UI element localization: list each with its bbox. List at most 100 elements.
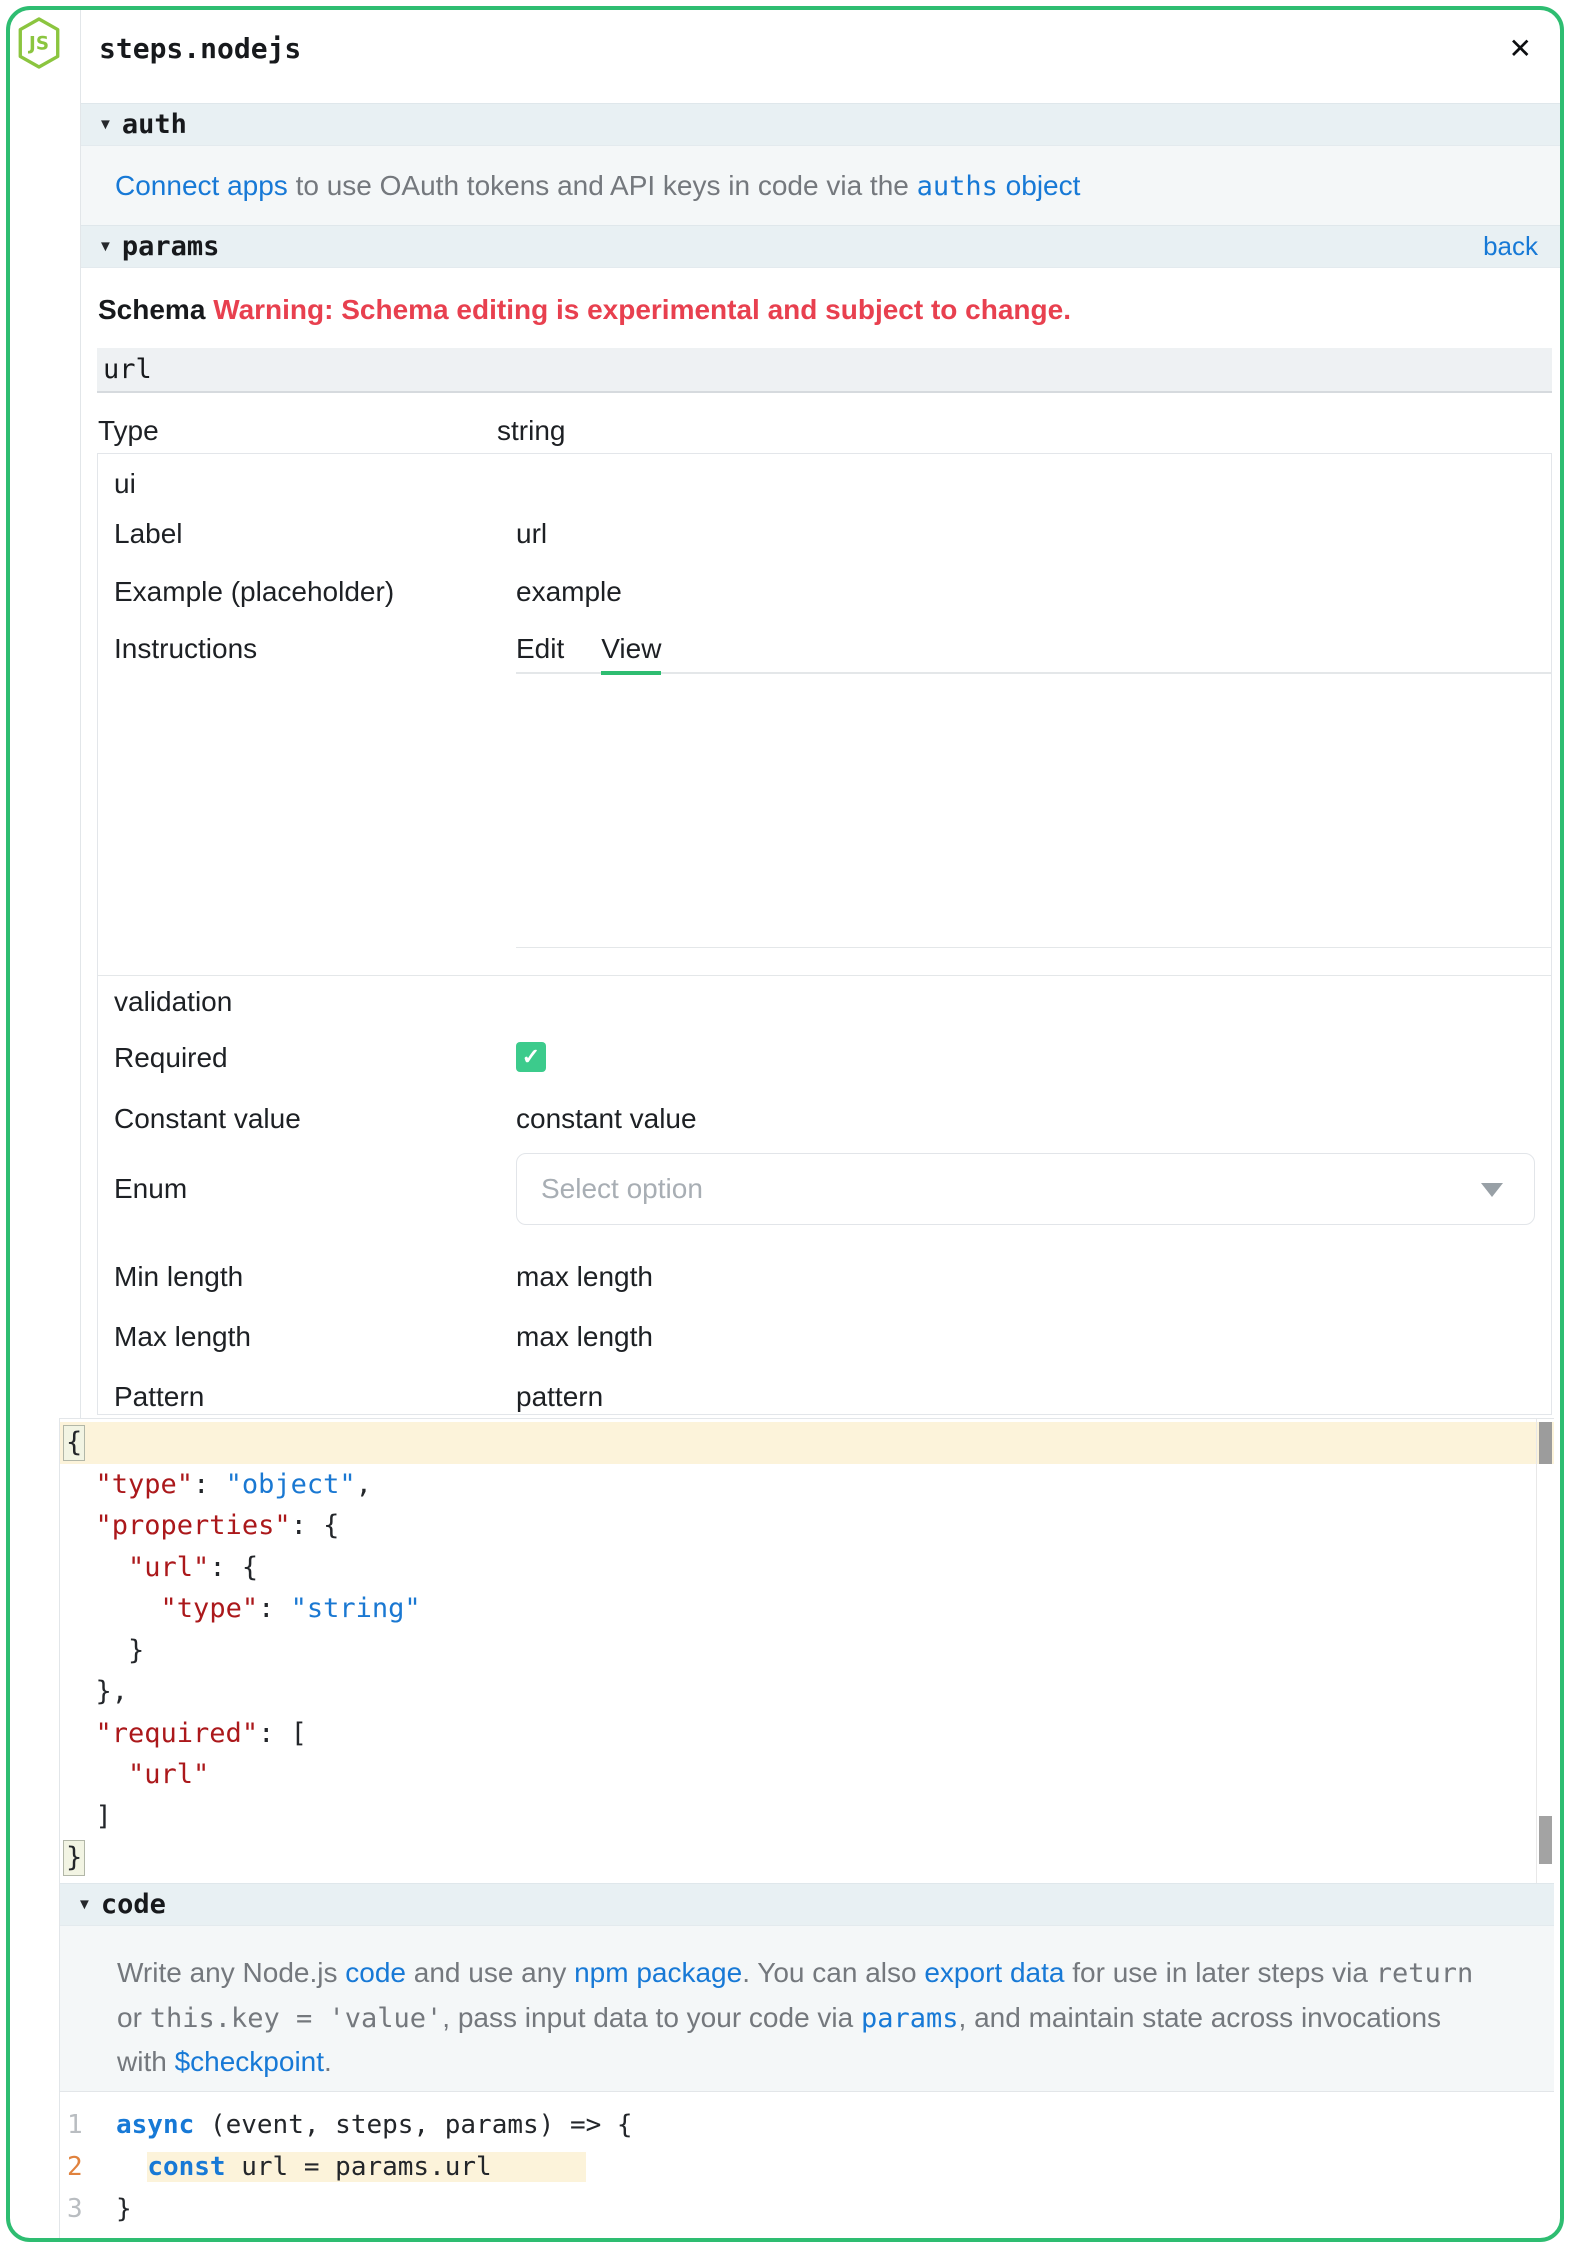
return-code-text: return <box>1376 1958 1474 1989</box>
code-line[interactable]: { <box>60 1422 1554 1464</box>
auth-description-text: to use OAuth tokens and API keys in code… <box>288 170 917 201</box>
desc-text: , and maintain state across invocations <box>959 2002 1441 2033</box>
example-row: Example (placeholder) example <box>114 576 1551 608</box>
label-value-field[interactable]: url <box>516 518 547 550</box>
type-row: Type string <box>98 415 1560 447</box>
npm-package-link[interactable]: npm package <box>574 1957 742 1988</box>
min-length-field[interactable]: max length <box>516 1261 653 1293</box>
code-line[interactable]: "url" <box>60 1754 1554 1796</box>
desc-text: . <box>324 2046 332 2077</box>
param-name-input[interactable]: url <box>97 348 1552 393</box>
params-link[interactable]: params <box>861 2003 959 2034</box>
section-header-params[interactable]: ▼ params back <box>81 225 1560 268</box>
example-label: Example (placeholder) <box>114 576 516 608</box>
instructions-tabs: Edit View <box>516 633 1551 674</box>
checkpoint-link[interactable]: $checkpoint <box>175 2046 324 2077</box>
validation-divider <box>98 975 1551 976</box>
schema-heading: Schema <box>98 294 205 325</box>
schema-json-editor[interactable]: { "type": "object", "properties": { "url… <box>60 1418 1554 1883</box>
nodejs-code-editor[interactable]: 1async (event, steps, params) => {2 cons… <box>60 2091 1554 2264</box>
export-data-link[interactable]: export data <box>924 1957 1064 1988</box>
code-line[interactable]: "type": "object", <box>60 1464 1554 1506</box>
code-line[interactable]: 1async (event, steps, params) => { <box>60 2104 1554 2146</box>
code-line[interactable]: } <box>60 1837 1554 1879</box>
pattern-row: Pattern pattern <box>114 1381 1551 1413</box>
titlebar: steps.nodejs ✕ <box>81 10 1560 103</box>
type-label: Type <box>98 415 497 447</box>
constant-value-field[interactable]: constant value <box>516 1103 697 1135</box>
collapse-triangle-icon: ▼ <box>98 238 113 255</box>
svg-text:JS: JS <box>27 34 49 55</box>
constant-value-label: Constant value <box>114 1103 516 1135</box>
required-checkbox[interactable]: ✓ <box>516 1042 546 1072</box>
schema-editor-box: ui Label url Example (placeholder) examp… <box>97 453 1552 1415</box>
params-body: Schema Warning: Schema editing is experi… <box>81 294 1560 1415</box>
line-number: 1 <box>60 2104 116 2146</box>
code-line[interactable]: "required": [ <box>60 1713 1554 1755</box>
code-line[interactable]: }, <box>60 1671 1554 1713</box>
instructions-label: Instructions <box>114 633 516 665</box>
desc-text: with <box>117 2046 175 2077</box>
code-line[interactable]: "properties": { <box>60 1505 1554 1547</box>
type-value[interactable]: string <box>497 415 565 447</box>
line-number: 3 <box>60 2188 116 2230</box>
enum-label: Enum <box>114 1173 516 1205</box>
scrollbar-thumb[interactable] <box>1539 1422 1552 1464</box>
validation-group-label: validation <box>114 986 1551 1018</box>
json-editor-scrollbar[interactable] <box>1536 1419 1554 1883</box>
example-value-field[interactable]: example <box>516 576 622 608</box>
pattern-label: Pattern <box>114 1381 516 1413</box>
required-row: Required ✓ <box>114 1042 1551 1074</box>
auths-object-link[interactable]: object <box>998 170 1081 201</box>
desc-text: . You can also <box>742 1957 924 1988</box>
code-line[interactable]: ] <box>60 1796 1554 1838</box>
desc-text: , pass input data to your code via <box>442 2002 861 2033</box>
enum-select-placeholder: Select option <box>541 1173 703 1205</box>
code-section-label: code <box>101 1889 166 1920</box>
max-length-field[interactable]: max length <box>516 1321 653 1353</box>
auth-section-label: auth <box>122 109 187 140</box>
code-line[interactable]: } <box>60 1630 1554 1672</box>
desc-text: for use in later steps via <box>1064 1957 1375 1988</box>
required-label: Required <box>114 1042 516 1074</box>
min-length-label: Min length <box>114 1261 516 1293</box>
connect-apps-link[interactable]: Connect apps <box>115 170 288 201</box>
max-length-row: Max length max length <box>114 1321 1551 1353</box>
min-length-row: Min length max length <box>114 1261 1551 1293</box>
schema-warning-text: Warning: Schema editing is experimental … <box>213 294 1071 325</box>
code-link[interactable]: code <box>345 1957 406 1988</box>
desc-text: and use any <box>406 1957 574 1988</box>
pattern-field[interactable]: pattern <box>516 1381 603 1413</box>
constant-value-row: Constant value constant value <box>114 1103 1551 1135</box>
collapse-triangle-icon: ▼ <box>98 116 113 133</box>
label-label: Label <box>114 518 516 550</box>
desc-text: Write any Node.js <box>117 1957 345 1988</box>
desc-text: or <box>117 2002 150 2033</box>
enum-select[interactable]: Select option <box>516 1153 1535 1225</box>
ui-group-label: ui <box>114 468 1551 500</box>
thiskey-code-text: this.key = 'value' <box>150 2003 443 2034</box>
code-line[interactable]: 3} <box>60 2188 1554 2230</box>
page-title: steps.nodejs <box>81 10 1560 65</box>
back-link[interactable]: back <box>1483 231 1538 262</box>
tab-edit[interactable]: Edit <box>516 633 564 672</box>
line-number: 2 <box>60 2146 116 2188</box>
nodejs-logo-icon: JS <box>15 16 63 70</box>
close-icon[interactable]: ✕ <box>1509 32 1532 65</box>
section-header-auth[interactable]: ▼ auth <box>81 103 1560 146</box>
params-section-label: params <box>122 231 220 262</box>
code-line[interactable]: "type": "string" <box>60 1588 1554 1630</box>
code-line[interactable]: 2 const url = params.url <box>60 2146 1554 2188</box>
scrollbar-corner <box>1539 1816 1552 1864</box>
max-length-label: Max length <box>114 1321 516 1353</box>
section-header-code[interactable]: ▼ code <box>60 1883 1554 1926</box>
auths-code-link[interactable]: auths <box>917 171 998 202</box>
tab-view[interactable]: View <box>601 633 661 675</box>
instructions-row: Instructions Edit View <box>114 633 1551 674</box>
code-description: Write any Node.js code and use any npm p… <box>60 1926 1554 2091</box>
chevron-down-icon <box>1481 1183 1503 1197</box>
label-row: Label url <box>114 518 1551 550</box>
collapse-triangle-icon: ▼ <box>77 1896 92 1913</box>
code-line[interactable]: "url": { <box>60 1547 1554 1589</box>
instructions-view-area[interactable] <box>516 674 1551 948</box>
